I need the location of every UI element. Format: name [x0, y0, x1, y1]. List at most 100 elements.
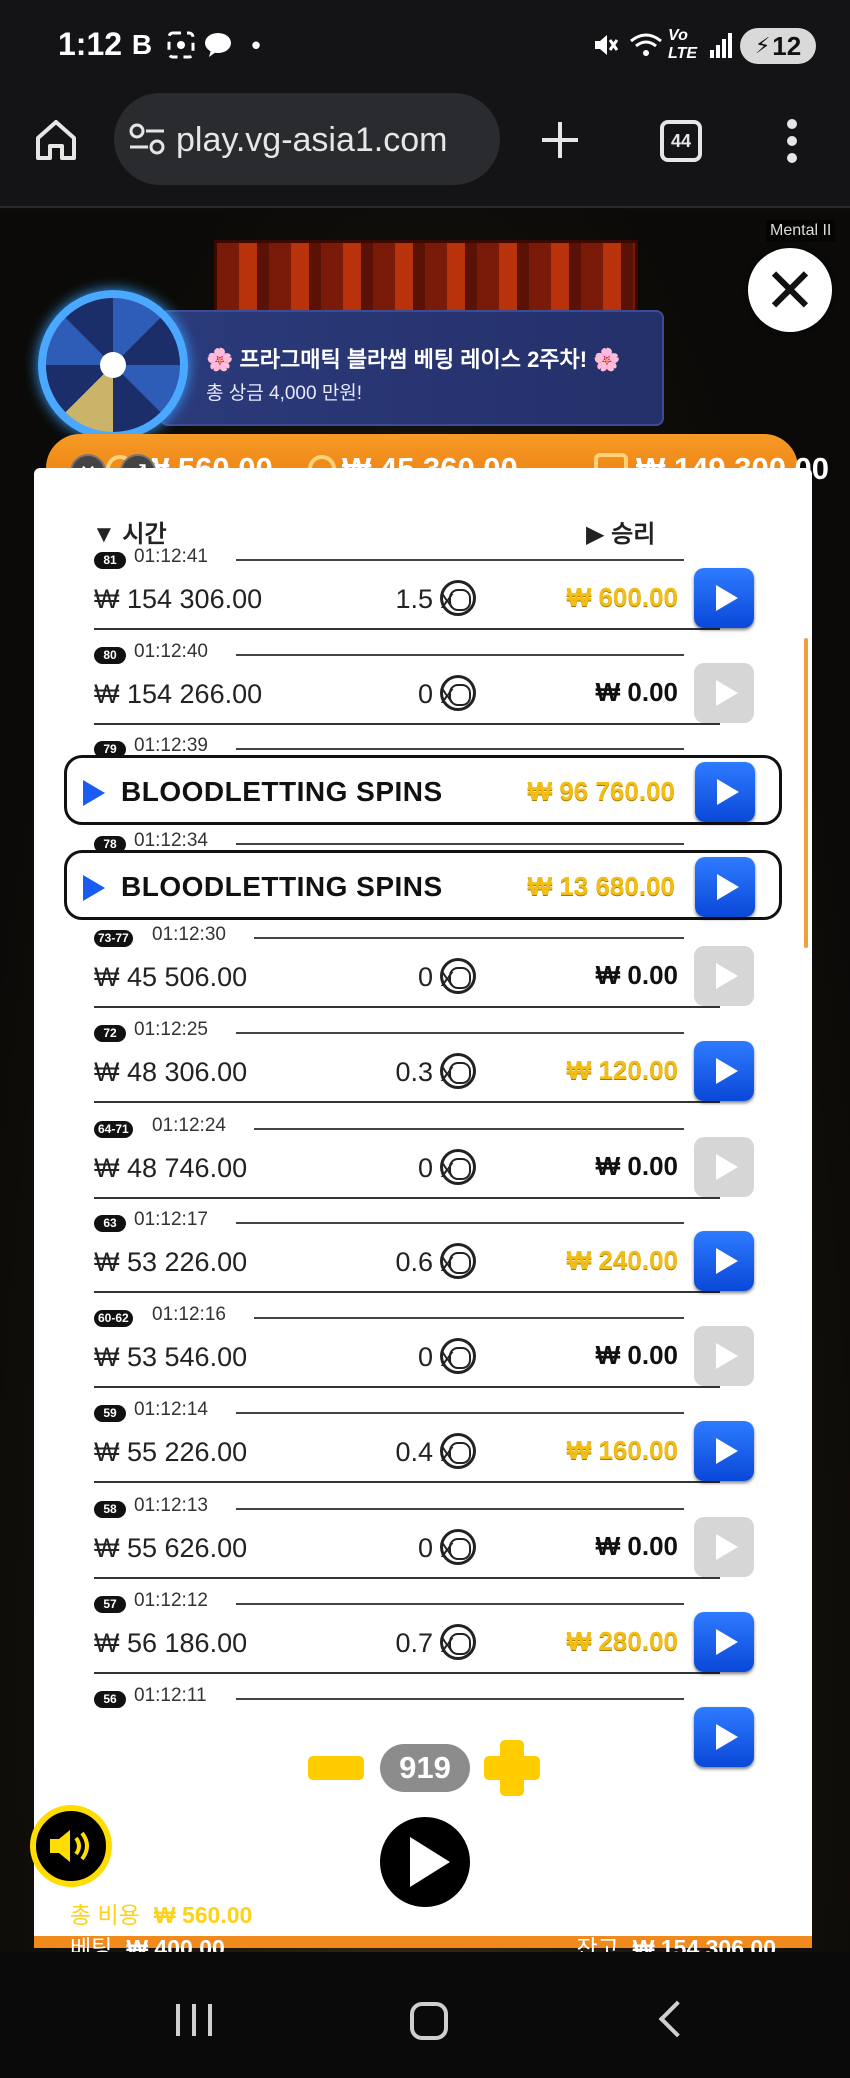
- history-header: ▼ 시간 ▶ 승리: [34, 468, 812, 548]
- round-bet: ₩ 48 746.00: [94, 1153, 248, 1183]
- round-bet: ₩ 55 226.00: [94, 1437, 248, 1467]
- replay-button[interactable]: [694, 1421, 754, 1481]
- replay-button[interactable]: [694, 568, 754, 628]
- clock: 1:12: [58, 26, 123, 62]
- replay-button[interactable]: [695, 857, 755, 917]
- bonus-win: ₩ 13 680.00: [527, 871, 675, 901]
- notification-dot-icon: •: [251, 29, 261, 60]
- replay-button[interactable]: [695, 762, 755, 822]
- more-menu-icon[interactable]: [782, 118, 802, 164]
- play-icon: [715, 1629, 738, 1655]
- charging-icon: ⚡: [754, 33, 771, 58]
- history-panel: ▼ 시간 ▶ 승리 81 01:12:41 ₩ 154 306.00 1.5 x ₩ 6…: [34, 468, 812, 1948]
- time-rule: [236, 748, 684, 750]
- coin-icon: [440, 1529, 476, 1565]
- history-row: 72 01:12:25 ₩ 48 306.00 0.3 x ₩ 120.00: [34, 1007, 812, 1103]
- wifi-icon: [628, 30, 664, 60]
- play-icon: [716, 874, 739, 900]
- new-tab-icon[interactable]: [540, 120, 580, 160]
- coin-icon: [440, 1338, 476, 1374]
- site-settings-icon[interactable]: [128, 121, 168, 157]
- round-time: 01:12:40: [134, 641, 208, 662]
- play-icon: [715, 585, 738, 611]
- total-cost: 총 비용 ₩ 560.00: [70, 1902, 253, 1928]
- round-badge: 64-71: [94, 1121, 133, 1138]
- signal-icon: [708, 30, 734, 60]
- round-time: 01:12:11: [134, 1685, 207, 1706]
- round-bet: ₩ 56 186.00: [94, 1628, 248, 1658]
- play-icon: [715, 1154, 738, 1180]
- speaker-icon: [50, 1830, 89, 1862]
- promo-title: 🌸 프라그매틱 블라썸 베팅 레이스 2주차! 🌸: [206, 347, 621, 372]
- system-nav-bar: [0, 1952, 850, 2078]
- round-time: 01:12:39: [134, 735, 208, 756]
- history-row: 64-71 01:12:24 ₩ 48 746.00 0 x ₩ 0.00: [34, 1103, 812, 1199]
- replay-button[interactable]: [694, 1231, 754, 1291]
- time-rule: [236, 1508, 684, 1510]
- time-rule: [236, 1603, 684, 1605]
- close-history-button[interactable]: ✕: [748, 248, 832, 332]
- promo-banner[interactable]: 🌸 프라그매틱 블라썸 베팅 레이스 2주차! 🌸 총 상금 4,000 만원!: [160, 310, 664, 426]
- play-icon: [715, 1534, 738, 1560]
- replay-button[interactable]: [694, 1517, 754, 1577]
- replay-button[interactable]: [694, 663, 754, 723]
- replay-button[interactable]: [694, 1612, 754, 1672]
- coin-icon: [440, 1624, 476, 1660]
- replay-button[interactable]: [694, 1326, 754, 1386]
- round-win: ₩ 240.00: [566, 1245, 678, 1275]
- replay-button[interactable]: [694, 1707, 754, 1767]
- round-badge: 73-77: [94, 930, 133, 947]
- round-win: ₩ 600.00: [566, 582, 678, 612]
- status-bar: 1:12 B • Vo LTE ⚡ 12: [0, 0, 850, 90]
- round-time: 01:12:41: [134, 546, 208, 567]
- bet-decrease-button[interactable]: [308, 1756, 364, 1780]
- url-text[interactable]: play.vg-asia1.com: [176, 121, 448, 160]
- round-badge: 60-62: [94, 1310, 133, 1327]
- prize-wheel-icon[interactable]: [38, 290, 188, 440]
- battery-indicator: ⚡ 12: [740, 28, 816, 64]
- play-icon: [715, 963, 738, 989]
- round-win: ₩ 160.00: [566, 1435, 678, 1465]
- round-time: 01:12:34: [134, 830, 208, 851]
- address-bar[interactable]: play.vg-asia1.com: [114, 93, 500, 185]
- round-win: ₩ 120.00: [566, 1055, 678, 1085]
- replay-button[interactable]: [694, 1137, 754, 1197]
- coin-icon: [440, 1149, 476, 1185]
- round-badge: 63: [94, 1215, 126, 1232]
- replay-button[interactable]: [694, 1041, 754, 1101]
- bonus-feature-box[interactable]: BLOODLETTING SPINS ₩ 96 760.00: [64, 755, 782, 825]
- bet-increase-button-vertical[interactable]: [500, 1740, 524, 1796]
- round-badge: 56: [94, 1691, 126, 1708]
- b-app-icon: B: [131, 29, 153, 60]
- bonus-feature-box[interactable]: BLOODLETTING SPINS ₩ 13 680.00: [64, 850, 782, 920]
- round-bet: ₩ 154 306.00: [94, 584, 263, 614]
- round-bet: ₩ 48 306.00: [94, 1057, 248, 1087]
- spin-button[interactable]: [373, 1810, 477, 1914]
- bet-level-display: 919: [380, 1744, 470, 1792]
- time-rule: [254, 937, 684, 939]
- time-rule: [236, 559, 684, 561]
- round-badge: 80: [94, 647, 126, 664]
- history-row: 73-77 01:12:30 ₩ 45 506.00 0 x ₩ 0.00: [34, 912, 812, 1008]
- round-time: 01:12:12: [134, 1590, 208, 1611]
- play-icon: [715, 680, 738, 706]
- recent-apps-icon[interactable]: [176, 2004, 212, 2036]
- round-win: ₩ 0.00: [595, 677, 678, 707]
- back-icon[interactable]: [658, 2000, 696, 2038]
- bonus-label: BLOODLETTING SPINS: [121, 871, 443, 902]
- tab-switcher-button[interactable]: 44: [660, 120, 702, 162]
- mute-icon: [592, 30, 618, 60]
- replay-button[interactable]: [694, 946, 754, 1006]
- history-row: 58 01:12:13 ₩ 55 626.00 0 x ₩ 0.00: [34, 1483, 812, 1579]
- round-bet: ₩ 45 506.00: [94, 962, 248, 992]
- battery-level: 12: [772, 30, 802, 61]
- round-bet: ₩ 55 626.00: [94, 1533, 248, 1563]
- bonus-play-icon: [83, 875, 105, 901]
- sound-toggle-button[interactable]: [30, 1805, 112, 1887]
- game-viewport: Mental II ✕ 🌸 프라그매틱 블라썸 베팅 레이스 2주차! 🌸 총 …: [0, 210, 850, 1952]
- home-icon[interactable]: [32, 116, 80, 164]
- coin-icon: [440, 1053, 476, 1089]
- round-badge: 58: [94, 1501, 126, 1518]
- home-nav-icon[interactable]: [410, 2002, 448, 2040]
- round-win: ₩ 0.00: [595, 1151, 678, 1181]
